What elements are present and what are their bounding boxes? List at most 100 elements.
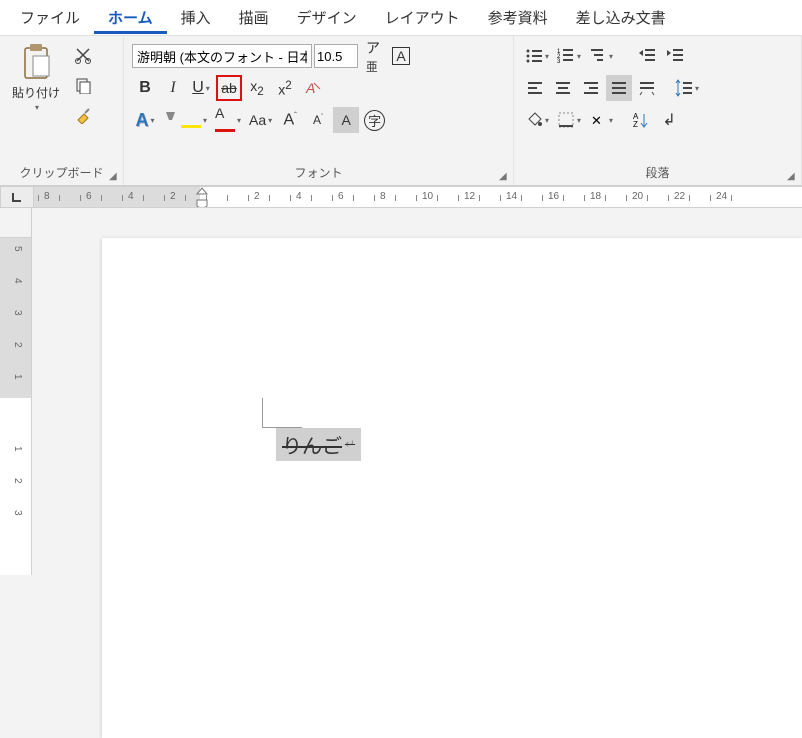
- font-color-button[interactable]: A▾: [212, 107, 244, 133]
- copy-button[interactable]: [70, 72, 96, 98]
- italic-icon: I: [170, 79, 175, 97]
- align-left-button[interactable]: [522, 75, 548, 101]
- tab-file[interactable]: ファイル: [6, 1, 94, 34]
- selected-text[interactable]: りんご ↵: [276, 428, 361, 461]
- line-spacing-button[interactable]: ▾: [672, 75, 702, 101]
- change-case-icon: Aa: [249, 112, 266, 128]
- align-right-button[interactable]: [578, 75, 604, 101]
- align-center-button[interactable]: [550, 75, 576, 101]
- sort-button[interactable]: AZ: [628, 107, 654, 133]
- ribbon-tabs: ファイル ホーム 挿入 描画 デザイン レイアウト 参考資料 差し込み文書: [0, 0, 802, 36]
- dialog-launcher-icon[interactable]: ◢: [109, 171, 121, 183]
- align-right-icon: [582, 79, 600, 97]
- align-justify-icon: [610, 79, 628, 97]
- paint-bucket-icon: [525, 111, 543, 129]
- vertical-ruler[interactable]: 54321123: [0, 208, 32, 575]
- bullets-icon: [525, 47, 543, 65]
- char-border-icon: A: [392, 47, 409, 65]
- text-effects-button[interactable]: A▾: [132, 107, 158, 133]
- group-label-clipboard: クリップボード: [6, 162, 117, 183]
- chevron-down-icon: ▾: [577, 116, 581, 125]
- paragraph-mark-icon: ↵: [345, 437, 355, 452]
- tab-home[interactable]: ホーム: [94, 1, 167, 34]
- bullets-button[interactable]: ▾: [522, 43, 552, 69]
- grow-font-button[interactable]: Aˆ: [277, 107, 303, 133]
- bold-button[interactable]: B: [132, 75, 158, 101]
- align-center-icon: [554, 79, 572, 97]
- indent-marker-icon[interactable]: [196, 187, 208, 208]
- distributed-button[interactable]: [634, 75, 660, 101]
- subscript-button[interactable]: x2: [244, 75, 270, 101]
- bold-icon: B: [139, 79, 151, 97]
- borders-button[interactable]: ▾: [554, 107, 584, 133]
- char-shading-icon: A: [342, 112, 351, 128]
- horizontal-ruler[interactable]: 864224681012141618202224: [34, 186, 802, 208]
- superscript-button[interactable]: x2: [272, 75, 298, 101]
- svg-text:✕: ✕: [591, 113, 602, 128]
- asian-layout-icon: ✕: [589, 111, 607, 129]
- highlight-color-button[interactable]: ▾: [160, 107, 210, 133]
- char-shading-button[interactable]: A: [333, 107, 359, 133]
- font-color-icon: A: [215, 105, 235, 135]
- tab-mailings[interactable]: 差し込み文書: [562, 1, 680, 34]
- font-size-select[interactable]: [314, 44, 358, 68]
- cut-button[interactable]: [70, 42, 96, 68]
- underline-button[interactable]: U▾: [188, 75, 214, 101]
- show-marks-button[interactable]: ↲: [656, 107, 682, 133]
- svg-text:3: 3: [557, 59, 561, 65]
- enclose-icon: 字: [364, 110, 385, 131]
- grow-font-icon: Aˆ: [284, 111, 297, 129]
- document-canvas[interactable]: りんご ↵: [32, 208, 802, 575]
- clipboard-paste-icon: [19, 42, 53, 82]
- ruler-area: 864224681012141618202224: [0, 186, 802, 208]
- tab-insert[interactable]: 挿入: [167, 1, 225, 34]
- group-label-font: フォント: [130, 162, 507, 183]
- chevron-down-icon: ▾: [237, 116, 241, 125]
- highlighter-icon: [163, 110, 201, 131]
- chevron-down-icon: ▾: [206, 84, 210, 93]
- group-label-paragraph: 段落: [520, 162, 795, 183]
- outdent-icon: [638, 47, 656, 65]
- chevron-down-icon: ▾: [150, 116, 154, 125]
- font-name-select[interactable]: [132, 44, 312, 68]
- svg-text:Z: Z: [633, 120, 638, 129]
- shading-button[interactable]: ▾: [522, 107, 552, 133]
- change-case-button[interactable]: Aa▾: [246, 107, 275, 133]
- tab-layout[interactable]: レイアウト: [371, 1, 474, 34]
- character-border-button[interactable]: A: [388, 43, 414, 69]
- multilevel-icon: [589, 47, 607, 65]
- shrink-font-button[interactable]: Aˇ: [305, 107, 331, 133]
- document-area: 54321123 りんご ↵: [0, 208, 802, 575]
- tab-design[interactable]: デザイン: [283, 1, 371, 34]
- ribbon: 貼り付け ▾ クリップボード ◢ ア亜: [0, 36, 802, 186]
- italic-button[interactable]: I: [160, 75, 186, 101]
- dialog-launcher-icon[interactable]: ◢: [787, 171, 799, 183]
- numbering-icon: 123: [557, 47, 575, 65]
- borders-icon: [557, 111, 575, 129]
- paste-button[interactable]: 貼り付け ▾: [6, 40, 66, 114]
- paste-label: 貼り付け: [12, 84, 60, 101]
- enclose-char-button[interactable]: 字: [361, 107, 388, 133]
- increase-indent-button[interactable]: [662, 43, 688, 69]
- tab-selector[interactable]: [0, 186, 34, 208]
- tab-references[interactable]: 参考資料: [474, 1, 562, 34]
- multilevel-list-button[interactable]: ▾: [586, 43, 616, 69]
- pilcrow-icon: ↲: [662, 110, 675, 130]
- clear-formatting-button[interactable]: A: [300, 75, 326, 101]
- format-painter-button[interactable]: [70, 102, 96, 128]
- svg-text:A: A: [305, 80, 315, 96]
- tab-draw[interactable]: 描画: [225, 1, 283, 34]
- group-font: ア亜 A B I U▾ ab x2 x2 A A▾ ▾ A▾ Aa▾ Aˆ Aˇ…: [124, 36, 514, 185]
- shrink-font-icon: Aˇ: [313, 113, 323, 127]
- asian-layout-button[interactable]: ✕▾: [586, 107, 616, 133]
- subscript-icon: x2: [250, 78, 263, 98]
- phonetic-icon: ア亜: [366, 38, 380, 75]
- decrease-indent-button[interactable]: [634, 43, 660, 69]
- indent-icon: [666, 47, 684, 65]
- numbering-button[interactable]: 123▾: [554, 43, 584, 69]
- chevron-down-icon: ▾: [545, 52, 549, 61]
- strikethrough-button[interactable]: ab: [216, 75, 242, 101]
- align-justify-button[interactable]: [606, 75, 632, 101]
- phonetic-guide-button[interactable]: ア亜: [360, 43, 386, 69]
- dialog-launcher-icon[interactable]: ◢: [499, 171, 511, 183]
